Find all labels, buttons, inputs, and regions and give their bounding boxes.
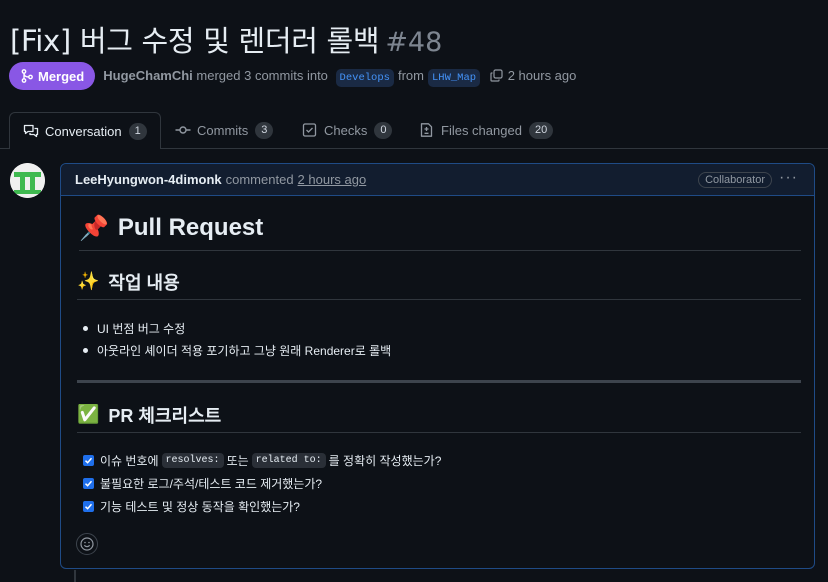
author-link[interactable]: HugeChamChi: [103, 68, 193, 83]
tab-count: 1: [128, 122, 147, 140]
comment-header: LeeHyungwon-4dimonk commented 2 hours ag…: [61, 164, 814, 196]
divider: [77, 380, 801, 383]
pr-meta: Merged HugeChamChi merged 3 commits into…: [9, 62, 576, 90]
comment-box: LeeHyungwon-4dimonk commented 2 hours ag…: [60, 163, 815, 569]
merged-text: merged 3 commits into: [196, 67, 328, 83]
pushpin-icon: 📌: [79, 214, 109, 242]
tab-count: 3: [255, 121, 274, 139]
tab-commits[interactable]: Commits 3: [175, 112, 274, 148]
add-reaction-button[interactable]: [76, 533, 98, 555]
section-title: 작업 내용: [108, 272, 180, 293]
more-options-icon[interactable]: ···: [779, 169, 798, 187]
checkbox[interactable]: [83, 501, 94, 512]
copy-icon[interactable]: [490, 68, 503, 85]
list-item: UI 번점 버그 수정: [83, 320, 185, 337]
from-text: from: [397, 67, 424, 83]
avatar[interactable]: [10, 163, 45, 198]
comment-action: commented: [225, 172, 294, 187]
conversation-icon: [23, 124, 39, 138]
section-heading-checklist: ✅ PR 체크리스트: [77, 401, 801, 433]
tab-label: Commits: [197, 122, 249, 138]
timeline-line: [74, 570, 76, 582]
commit-icon: [175, 126, 191, 134]
tab-label: Conversation: [45, 123, 122, 139]
status-badge: Merged: [9, 62, 96, 90]
collaborator-badge: Collaborator: [698, 172, 772, 188]
check-mark-icon: ✅: [77, 404, 100, 424]
pr-title: [Fix] 버그 수정 및 렌더러 롤백: [10, 24, 380, 58]
comment-time[interactable]: 2 hours ago: [298, 172, 367, 187]
section-heading-work: ✨ 작업 내용: [77, 268, 801, 300]
list-item: 아웃라인 셰이더 적용 포기하고 그냥 원래 Renderer로 롤백: [83, 342, 391, 359]
heading-text: Pull Request: [117, 214, 264, 241]
tab-files-changed[interactable]: Files changed 20: [419, 112, 554, 148]
merge-icon: [21, 69, 33, 83]
status-label: Merged: [38, 68, 85, 84]
pr-title-row: [Fix] 버그 수정 및 렌더러 롤백 #48: [10, 18, 442, 60]
task-item: 기능 테스트 및 정상 동작을 확인했는가?: [83, 498, 300, 515]
tab-label: Checks: [324, 122, 368, 138]
smiley-icon: [80, 537, 94, 551]
section-title: PR 체크리스트: [108, 405, 222, 426]
tab-conversation[interactable]: Conversation 1: [9, 112, 161, 149]
meta-text: HugeChamChi merged 3 commits into Develo…: [103, 67, 577, 87]
pr-number: #48: [385, 27, 443, 58]
base-branch[interactable]: Develops: [335, 68, 394, 87]
comment-heading: 📌 Pull Request: [79, 214, 801, 251]
file-diff-icon: [420, 123, 433, 137]
task-item: 이슈 번호에 resolves: 또는 related to: 를 정확히 작성…: [83, 452, 441, 469]
tab-checks[interactable]: Checks 0: [302, 112, 393, 148]
inline-code: related to:: [251, 453, 326, 468]
comment-author[interactable]: LeeHyungwon-4dimonk: [75, 172, 222, 187]
checklist-icon: [302, 123, 317, 137]
sparkles-icon: ✨: [77, 271, 100, 291]
checkbox[interactable]: [83, 478, 94, 489]
checkbox[interactable]: [83, 455, 94, 466]
tab-label: Files changed: [441, 122, 522, 138]
head-branch[interactable]: LHW_Map: [427, 68, 481, 87]
tab-count: 0: [374, 121, 393, 139]
merge-time: 2 hours ago: [507, 67, 577, 83]
pr-tabs: Conversation 1 Commits 3 Checks 0 Files …: [0, 112, 828, 149]
inline-code: resolves:: [161, 453, 224, 468]
tab-count: 20: [528, 121, 554, 139]
task-item: 불필요한 로그/주석/테스트 코드 제거했는가?: [83, 475, 322, 492]
